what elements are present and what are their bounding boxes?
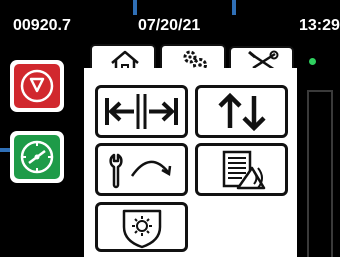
date-readout: 07/20/21 <box>138 17 201 34</box>
sun-shield-tile[interactable] <box>95 202 188 252</box>
width-adjust-tile[interactable] <box>95 85 188 138</box>
status-bar: 00920.7 07/20/21 13:29 <box>0 13 340 39</box>
stop-octagon-icon <box>20 69 54 103</box>
sun-shield-icon <box>122 209 162 249</box>
control-screen: 00920.7 07/20/21 13:29 <box>0 0 340 257</box>
emergency-stop-button[interactable] <box>10 60 64 112</box>
start-button[interactable] <box>10 131 64 183</box>
up-down-arrows-icon <box>218 92 266 132</box>
odometer-readout: 00920.7 <box>13 17 71 34</box>
wrench-rotate-tile[interactable] <box>95 143 188 196</box>
level-gauge <box>307 90 333 257</box>
wrench-rotate-icon <box>109 153 172 189</box>
compass-start-icon <box>20 140 54 174</box>
list-signal-tile[interactable] <box>195 143 288 196</box>
horizontal-arrows-icon <box>105 94 178 129</box>
list-signal-icon <box>222 150 266 190</box>
time-readout: 13:29 <box>299 17 340 34</box>
height-adjust-tile[interactable] <box>195 85 288 138</box>
status-indicator-dot <box>309 58 316 65</box>
